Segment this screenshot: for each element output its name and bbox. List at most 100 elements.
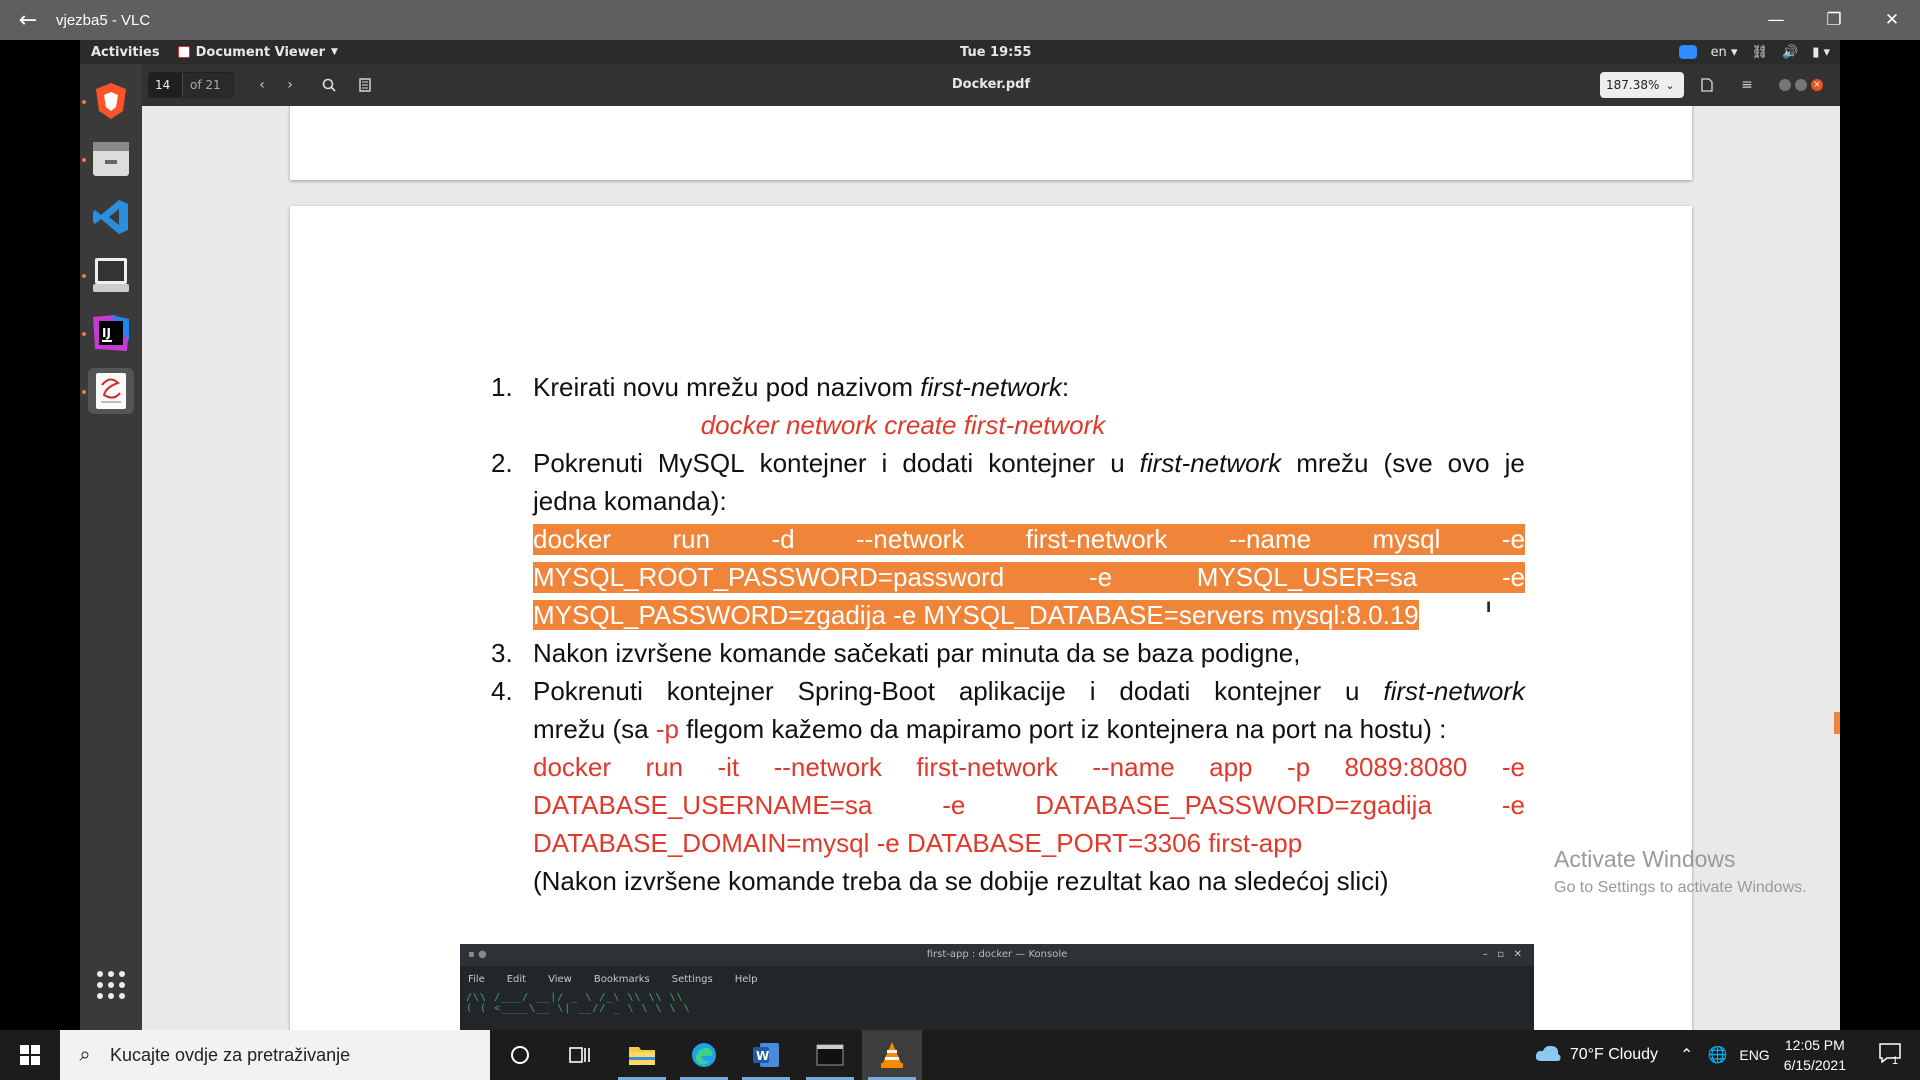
app-menu-label: Document Viewer [195,44,325,60]
chevron-down-icon: ▼ [330,47,338,57]
chevron-down-icon: ⌄ [1665,78,1675,92]
word: kontejner [666,676,774,706]
word: --name [1228,524,1312,555]
pdf-page-current: 1. Kreirati novu mrežu pod nazivom first… [290,206,1692,1030]
clock-date: 6/15/2021 [1783,1057,1846,1073]
list-item-4-line-2: mrežu (sa -p flegom kažemo da mapiramo p… [533,714,1447,744]
chevron-up-icon[interactable]: ⌃ [1680,1045,1693,1065]
svg-text:IJ: IJ [102,326,111,340]
volume-icon[interactable]: 🔊 [1782,45,1798,60]
konsole-menu-item: Bookmarks [593,973,650,985]
word: --name [1092,752,1175,782]
word: -e [1088,562,1113,593]
word: Spring-Boot [797,676,935,706]
list-number: 1. [491,372,513,402]
vlc-icon[interactable] [862,1030,922,1080]
word-icon[interactable]: W [736,1030,796,1080]
taskbar-clock[interactable]: 12:05 PM 6/15/2021 [1784,1035,1846,1075]
konsole-screenshot: first-app : docker — Konsole ▪ ● – ▫ ✕ F… [460,944,1534,1030]
taskbar-search-box[interactable]: ⌕ Kucajte ovdje za pretraživanje [60,1030,490,1080]
word: docker [533,752,612,782]
word: docker [533,524,612,555]
close-icon[interactable]: ✕ [1864,0,1920,40]
files-icon[interactable] [88,136,134,182]
list-item-2-line-1: Pokrenuti MySQL kontejner i dodati kontejner u… [533,448,1525,478]
app-menu[interactable]: Document Viewer ▼ [177,44,338,60]
konsole-menu-item: View [548,973,572,985]
window-minimize-icon[interactable] [1778,73,1792,97]
windows-taskbar: ⌕ Kucajte ovdje za pretraživanje W 70°F … [0,1030,1920,1080]
network-icon[interactable]: ⛓ [1751,45,1768,60]
scrollbar-indicator[interactable] [1834,712,1840,734]
list-number: 2. [491,448,513,478]
document-view[interactable]: 1. Kreirati novu mrežu pod nazivom first… [142,106,1840,1030]
intellij-idea-icon[interactable]: IJ [88,310,134,356]
minimize-icon[interactable]: — [1748,0,1804,40]
window-title: vjezba5 - VLC [56,11,151,29]
word: -p [1286,752,1311,782]
language-indicator[interactable]: en ▾ [1711,45,1738,60]
word: -e [1501,752,1525,782]
word: kontejner [1214,676,1322,706]
watermark-subtitle: Go to Settings to activate Windows. [1554,879,1807,896]
word: run [645,752,684,782]
word: Pokrenuti [533,676,643,706]
top-bar-clock[interactable]: Tue 19:55 [960,45,1031,60]
konsole-menu-item: File [468,973,485,985]
word: DATABASE_USERNAME=sa [533,790,873,820]
annotate-icon[interactable] [1694,73,1720,97]
list-item-4-note: (Nakon izvršene komande treba da se dobi… [533,866,1389,896]
dock-running-indicator [82,158,86,162]
word: -e [1501,524,1525,555]
globe-icon[interactable]: 🌐 [1707,1045,1727,1065]
word: first-network [1383,676,1525,706]
show-applications-icon[interactable] [88,962,134,1008]
cortana-icon[interactable] [490,1030,550,1080]
konsole-title-bar: first-app : docker — Konsole ▪ ● – ▫ ✕ [460,944,1534,966]
word: --network [773,752,882,782]
word: aplikacije [958,676,1066,706]
brave-browser-icon[interactable] [88,78,134,124]
window-maximize-icon[interactable] [1794,73,1808,97]
battery-icon[interactable]: ▮ ▾ [1812,45,1830,60]
clock-time: 12:05 PM [1784,1037,1845,1053]
terminal-icon[interactable] [88,252,134,298]
notification-center-icon[interactable]: 1 [1860,1042,1920,1068]
file-explorer-icon[interactable] [612,1030,672,1080]
command-network-create: docker network create first-network [700,410,1106,440]
word: run [672,524,711,555]
document-viewer-icon[interactable] [88,368,134,414]
dock-running-indicator [82,390,86,394]
word: MYSQL_ROOT_PASSWORD=password [533,562,1005,593]
weather-label[interactable]: 70°F Cloudy [1570,1046,1658,1064]
hamburger-menu-icon[interactable]: ≡ [1734,73,1760,97]
vscode-icon[interactable] [88,194,134,240]
vlc-video-area: Activities Document Viewer ▼ Tue 19:55 e… [0,40,1920,1030]
word: -e [942,790,966,820]
dock-running-indicator [82,100,86,104]
word: i [1089,676,1096,706]
list-item-4-line-1: Pokrenuti kontejner Spring-Boot aplikacije i… [533,676,1525,707]
dock-running-indicator [82,274,86,278]
task-view-icon[interactable] [550,1030,610,1080]
konsole-menu-item: Settings [671,973,713,985]
list-item-3: Nakon izvršene komande sačekati par minu… [533,638,1301,668]
list-item-2-line-2: jedna komanda): [533,486,727,516]
zoom-app-icon[interactable] [1678,45,1697,59]
back-arrow-icon[interactable]: ← [0,8,56,33]
restore-icon[interactable]: ❐ [1806,0,1862,40]
konsole-ascii-art: /\\ /___/ __|/ _ \ /_\ \\ \\ \\( ( <____… [466,992,691,1014]
watermark-title: Activate Windows [1554,846,1736,872]
ubuntu-dock: IJ [80,64,142,1030]
input-language[interactable]: ENG [1739,1047,1769,1063]
activities-button[interactable]: Activities [91,45,160,60]
word: 8089:8080 [1344,752,1468,782]
command-mysql-line-1: docker run -d --network first-network --name m… [533,524,1525,555]
windows-start-icon[interactable] [0,1030,60,1080]
list-number: 4. [491,676,513,706]
command-prompt-icon[interactable] [800,1030,860,1080]
window-close-icon[interactable]: × [1810,73,1824,97]
zoom-level-dropdown[interactable]: 187.38% ⌄ [1600,72,1684,98]
weather-cloud-icon[interactable] [1534,1043,1562,1068]
edge-browser-icon[interactable] [674,1030,734,1080]
